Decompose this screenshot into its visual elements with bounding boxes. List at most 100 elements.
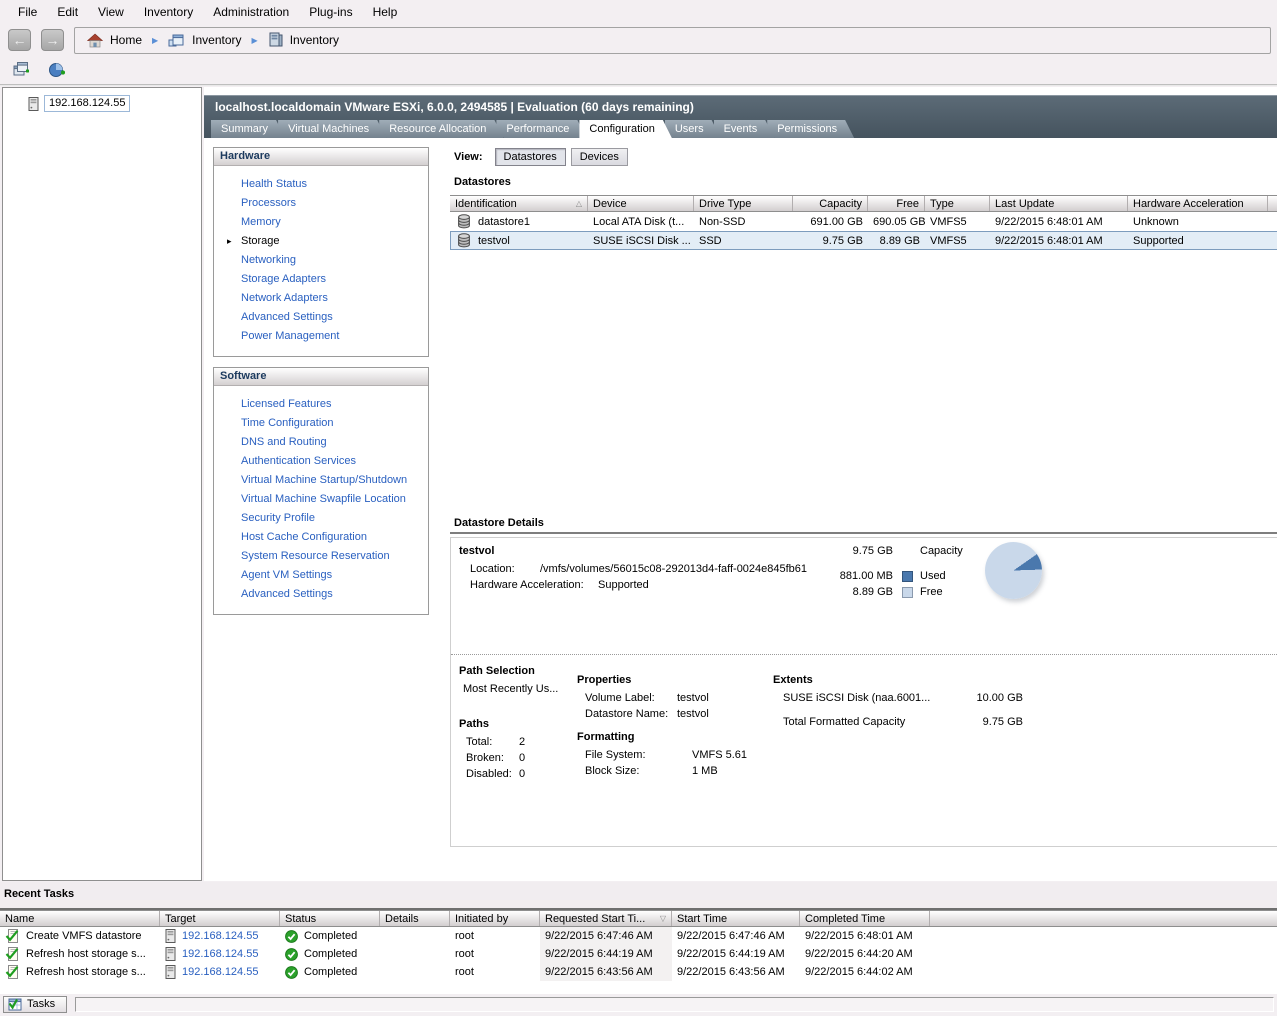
software-link-agent-vm-settings[interactable]: Agent VM Settings — [214, 566, 428, 585]
breadcrumb-item-inventory-2[interactable]: Inventory — [268, 32, 339, 48]
datastore-cell-drive-type: Non-SSD — [694, 216, 793, 228]
breadcrumb-label: Home — [110, 33, 142, 47]
tasks-column-header-start-time[interactable]: Start Time — [672, 911, 800, 926]
software-link-advanced-settings[interactable]: Advanced Settings — [214, 585, 428, 604]
task-target-link[interactable]: 192.168.124.55 — [182, 966, 258, 978]
datastores-column-header-identification[interactable]: Identification△ — [450, 196, 588, 211]
software-panel-title: Software — [214, 368, 428, 386]
paths-total-label: Total: — [459, 734, 519, 750]
task-initiated-by-cell: root — [450, 948, 540, 960]
hardware-link-health-status[interactable]: Health Status — [214, 175, 428, 194]
tab-virtual-machines[interactable]: Virtual Machines — [278, 120, 386, 138]
datastores-column-header-free[interactable]: Free — [868, 196, 925, 211]
tree-item-host[interactable]: 192.168.124.55 — [3, 88, 201, 112]
navigation-bar: ← → Home▶Inventory▶Inventory — [0, 24, 1277, 56]
tab-resource-allocation[interactable]: Resource Allocation — [379, 120, 503, 138]
tasks-button[interactable]: Tasks — [3, 996, 67, 1013]
tab-performance[interactable]: Performance — [496, 120, 586, 138]
hardware-link-advanced-settings[interactable]: Advanced Settings — [214, 308, 428, 327]
capacity-value: 9.75 GB — [803, 545, 893, 557]
datastore-cell-device: Local ATA Disk (t... — [588, 216, 694, 228]
menu-item-help[interactable]: Help — [363, 1, 408, 23]
software-link-virtual-machine-swapfile-location[interactable]: Virtual Machine Swapfile Location — [214, 490, 428, 509]
tasks-header-filler — [930, 911, 1277, 926]
task-target-link[interactable]: 192.168.124.55 — [182, 930, 258, 942]
hardware-link-storage-adapters[interactable]: Storage Adapters — [214, 270, 428, 289]
hardware-link-networking[interactable]: Networking — [214, 251, 428, 270]
hardware-link-processors[interactable]: Processors — [214, 194, 428, 213]
task-row-create-vmfs-datastore[interactable]: Create VMFS datastore 192.168.124.55 Compl… — [0, 927, 1277, 945]
tab-events[interactable]: Events — [714, 120, 775, 138]
tasks-column-header-requested-start-ti[interactable]: Requested Start Ti...▽ — [540, 911, 672, 926]
datastore-cell-device: SUSE iSCSI Disk ... — [588, 235, 694, 247]
datastore-cell-drive-type: SSD — [694, 235, 793, 247]
task-row-refresh-host-storage-s[interactable]: Refresh host storage s...192.168.124.55C… — [0, 945, 1277, 963]
tree-host-label[interactable]: 192.168.124.55 — [44, 95, 130, 112]
breadcrumb-item-inventory-1[interactable]: Inventory — [168, 32, 241, 48]
software-link-licensed-features[interactable]: Licensed Features — [214, 395, 428, 414]
menu-item-edit[interactable]: Edit — [47, 1, 88, 23]
datastores-column-header-hardware-acceleration[interactable]: Hardware Acceleration — [1128, 196, 1268, 211]
datastores-column-header-device[interactable]: Device — [588, 196, 694, 211]
tasks-column-header-name[interactable]: Name — [0, 911, 160, 926]
hardware-link-power-management[interactable]: Power Management — [214, 327, 428, 346]
forward-button[interactable]: → — [41, 29, 64, 51]
software-link-security-profile[interactable]: Security Profile — [214, 509, 428, 528]
software-link-dns-and-routing[interactable]: DNS and Routing — [214, 433, 428, 452]
task-status-cell: Completed — [280, 930, 380, 943]
menu-item-view[interactable]: View — [88, 1, 134, 23]
tab-summary[interactable]: Summary — [211, 120, 285, 138]
task-target-cell: 192.168.124.55 — [160, 929, 280, 943]
task-name-text: Refresh host storage s... — [26, 966, 146, 978]
task-target-link[interactable]: 192.168.124.55 — [182, 948, 258, 960]
menu-item-plug-ins[interactable]: Plug-ins — [299, 1, 362, 23]
software-link-virtual-machine-startup-shutdown[interactable]: Virtual Machine Startup/Shutdown — [214, 471, 428, 490]
tasks-button-label: Tasks — [27, 998, 55, 1010]
task-name-cell: Refresh host storage s... — [0, 947, 160, 961]
datastores-column-header-type[interactable]: Type — [925, 196, 990, 211]
menu-item-administration[interactable]: Administration — [203, 1, 299, 23]
tasks-column-header-target[interactable]: Target — [160, 911, 280, 926]
back-button[interactable]: ← — [8, 29, 31, 51]
task-status-cell: Completed — [280, 966, 380, 979]
used-legend-swatch — [902, 571, 913, 582]
breadcrumb: Home▶Inventory▶Inventory — [74, 27, 1271, 54]
view-button-datastores[interactable]: Datastores — [495, 148, 566, 166]
tab-permissions[interactable]: Permissions — [767, 120, 854, 138]
menu-item-file[interactable]: File — [8, 1, 47, 23]
datastore-row-datastore1[interactable]: datastore1Local ATA Disk (t...Non-SSD691… — [450, 212, 1277, 231]
task-start-time-cell: 9/22/2015 6:44:19 AM — [672, 948, 800, 960]
tab-users[interactable]: Users — [665, 120, 721, 138]
tab-configuration[interactable]: Configuration — [579, 120, 671, 138]
task-row-refresh-host-storage-s[interactable]: Refresh host storage s... 192.168.124.55 C… — [0, 963, 1277, 981]
file-system-label: File System: — [577, 747, 692, 763]
tasks-column-header-completed-time[interactable]: Completed Time — [800, 911, 930, 926]
datastores-column-header-last-update[interactable]: Last Update — [990, 196, 1128, 211]
hardware-link-storage[interactable]: Storage — [214, 232, 428, 251]
datastore-cell-capacity: 9.75 GB — [793, 235, 868, 247]
host-icon — [165, 947, 176, 961]
window-add-icon[interactable] — [13, 61, 31, 79]
task-icon — [5, 965, 20, 979]
hardware-link-network-adapters[interactable]: Network Adapters — [214, 289, 428, 308]
software-link-time-configuration[interactable]: Time Configuration — [214, 414, 428, 433]
software-link-system-resource-reservation[interactable]: System Resource Reservation — [214, 547, 428, 566]
tasks-column-header-details[interactable]: Details — [380, 911, 450, 926]
datastores-column-header-capacity[interactable]: Capacity — [793, 196, 868, 211]
task-name-text: Create VMFS datastore — [26, 930, 142, 942]
task-start-time-cell: 9/22/2015 6:43:56 AM — [672, 966, 800, 978]
tasks-column-header-initiated-by[interactable]: Initiated by — [450, 911, 540, 926]
sphere-add-icon[interactable] — [48, 61, 66, 79]
software-link-host-cache-configuration[interactable]: Host Cache Configuration — [214, 528, 428, 547]
software-link-authentication-services[interactable]: Authentication Services — [214, 452, 428, 471]
breadcrumb-item-home-0[interactable]: Home — [87, 33, 142, 48]
datastores-column-header-drive-type[interactable]: Drive Type — [694, 196, 793, 211]
menu-item-inventory[interactable]: Inventory — [134, 1, 203, 23]
hardware-link-memory[interactable]: Memory — [214, 213, 428, 232]
view-button-devices[interactable]: Devices — [571, 148, 628, 166]
datastore-name-value: testvol — [677, 706, 709, 722]
datastore-row-testvol[interactable]: testvolSUSE iSCSI Disk ...SSD9.75 GB8.89… — [450, 231, 1277, 250]
tab-strip: SummaryVirtual MachinesResource Allocati… — [204, 119, 1277, 138]
task-initiated-by-cell: root — [450, 930, 540, 942]
tasks-column-header-status[interactable]: Status — [280, 911, 380, 926]
